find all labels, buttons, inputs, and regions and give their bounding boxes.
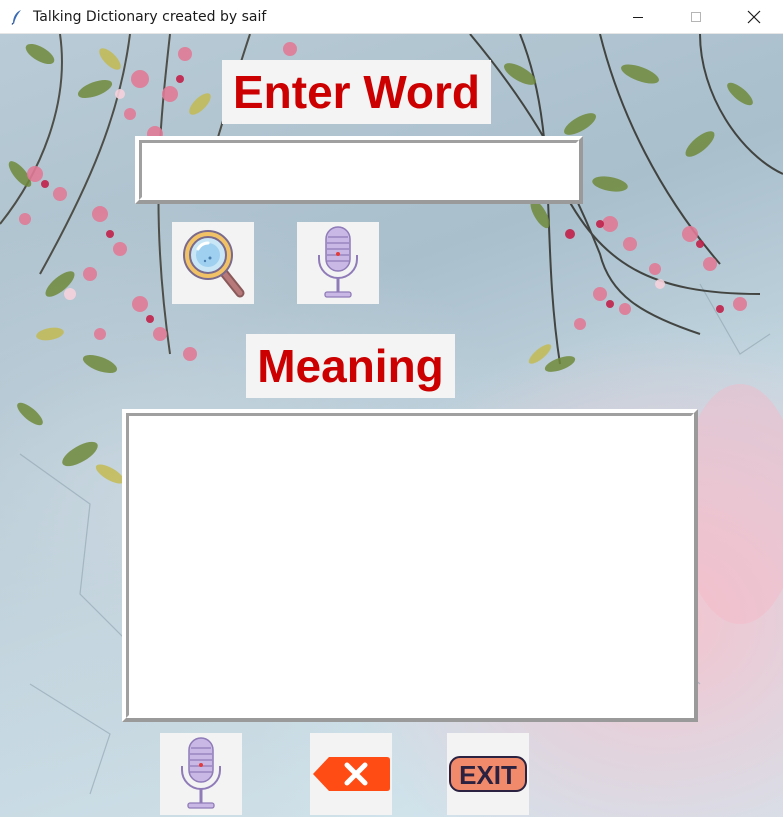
- minimize-button[interactable]: [609, 0, 667, 34]
- meaning-textarea[interactable]: [129, 416, 691, 715]
- window-titlebar: Talking Dictionary created by saif: [0, 0, 783, 34]
- meaning-text-frame: [122, 409, 698, 722]
- window-title: Talking Dictionary created by saif: [33, 8, 267, 25]
- app-canvas: Enter Word Meaning EXIT: [0, 34, 783, 817]
- clear-button[interactable]: [310, 733, 392, 815]
- meaning-label: Meaning: [246, 334, 455, 398]
- backspace-x-icon: [313, 757, 390, 791]
- exit-sign-icon: EXIT: [449, 756, 527, 792]
- microphone-icon: [181, 737, 221, 809]
- maximize-button[interactable]: [667, 0, 725, 34]
- voice-input-button[interactable]: [297, 222, 379, 304]
- microphone-icon: [318, 226, 358, 298]
- word-input[interactable]: [142, 143, 576, 197]
- speak-meaning-button[interactable]: [160, 733, 242, 815]
- feather-icon: [9, 9, 25, 25]
- close-button[interactable]: [725, 0, 783, 34]
- exit-button[interactable]: EXIT: [447, 733, 529, 815]
- magnifier-icon: [183, 230, 245, 298]
- minimize-icon: [633, 17, 643, 18]
- meaning-text-border: [126, 413, 694, 718]
- search-button[interactable]: [172, 222, 254, 304]
- exit-label: EXIT: [459, 760, 517, 790]
- word-entry-border: [139, 140, 579, 200]
- close-icon: [747, 10, 761, 24]
- enter-word-label: Enter Word: [222, 60, 491, 124]
- window-controls: [609, 0, 783, 34]
- maximize-icon: [691, 12, 701, 22]
- word-entry-frame: [135, 136, 583, 204]
